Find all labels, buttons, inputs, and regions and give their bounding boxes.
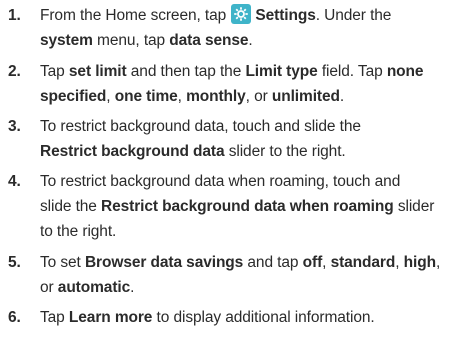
text-run: slider to the right. [224, 143, 346, 160]
text-run: From the Home screen, tap [40, 7, 231, 24]
step-line: To set Browser data savings and tap off,… [40, 250, 470, 275]
step-text: From the Home screen, tap Settings. Unde… [40, 3, 470, 53]
bold-run: one time [114, 88, 178, 105]
bold-run: data sense [169, 32, 249, 49]
text-run: field. Tap [317, 63, 387, 80]
text-run: , [395, 254, 404, 271]
text-run: . [339, 88, 345, 105]
step-number: 3. [8, 118, 21, 135]
text-run: , [177, 88, 187, 105]
bold-run: off [302, 254, 323, 271]
bold-run: none [386, 63, 424, 80]
step-text: To restrict background data when roaming… [40, 169, 470, 244]
text-run: and then tap the [126, 63, 246, 80]
step-line: To restrict background data, touch and s… [40, 114, 470, 139]
bold-run: set limit [68, 63, 127, 80]
text-run: Tap [40, 309, 69, 326]
text-run: to display additional information. [152, 309, 375, 326]
bold-run: system [40, 32, 93, 49]
text-run: To set [40, 254, 85, 271]
bold-run: automatic [57, 279, 131, 296]
text-run: , or [245, 88, 272, 105]
bold-run: Restrict background data [40, 143, 225, 160]
text-run: To restrict background data, touch and s… [40, 118, 361, 135]
bold-run: Learn more [68, 309, 153, 326]
step-line: Tap Learn more to display additional inf… [40, 305, 470, 330]
step-line: From the Home screen, tap Settings. Unde… [40, 3, 470, 28]
bold-run: standard [330, 254, 396, 271]
step-number: 1. [8, 7, 21, 24]
step-number: 5. [8, 254, 21, 271]
bold-run: Browser data savings [84, 254, 244, 271]
step-text: To restrict background data, touch and s… [40, 114, 470, 164]
step-number: 4. [8, 173, 21, 190]
step-line: specified, one time, monthly, or unlimit… [40, 84, 470, 109]
step-line: Tap set limit and then tap the Limit typ… [40, 59, 470, 84]
text-run: or [40, 279, 58, 296]
step-line: slide the Restrict background data when … [40, 194, 470, 219]
step-line: to the right. [40, 219, 470, 244]
step-text: To set Browser data savings and tap off,… [40, 250, 470, 300]
text-run: to the right. [40, 223, 117, 240]
text-run: , [106, 88, 115, 105]
step-line: Restrict background data slider to the r… [40, 139, 470, 164]
text-run: slide the [40, 198, 102, 215]
text-run: . Under the [315, 7, 392, 24]
text-run: slider [393, 198, 435, 215]
step-number: 2. [8, 63, 21, 80]
bold-run: high [403, 254, 436, 271]
step-line: system menu, tap data sense. [40, 28, 470, 53]
text-run: and tap [243, 254, 303, 271]
bold-run: specified [40, 88, 107, 105]
step-text: Tap set limit and then tap the Limit typ… [40, 59, 470, 109]
text-run: . [130, 279, 135, 296]
bold-run: unlimited [271, 88, 340, 105]
text-run: menu, tap [92, 32, 170, 49]
bold-run: Settings [255, 7, 316, 24]
bold-run: monthly [186, 88, 246, 105]
text-run: . [248, 32, 253, 49]
text-run: To restrict background data when roaming… [40, 173, 401, 190]
bold-run: Restrict background data when roaming [101, 198, 394, 215]
step-line: or automatic. [40, 275, 470, 300]
text-run: Tap [40, 63, 69, 80]
bold-run: Limit type [245, 63, 318, 80]
step-number: 6. [8, 309, 21, 326]
settings-gear-icon [231, 4, 252, 24]
text-run: , [435, 254, 441, 271]
step-text: Tap Learn more to display additional inf… [40, 305, 470, 330]
text-run: , [322, 254, 331, 271]
step-line: To restrict background data when roaming… [40, 169, 470, 194]
